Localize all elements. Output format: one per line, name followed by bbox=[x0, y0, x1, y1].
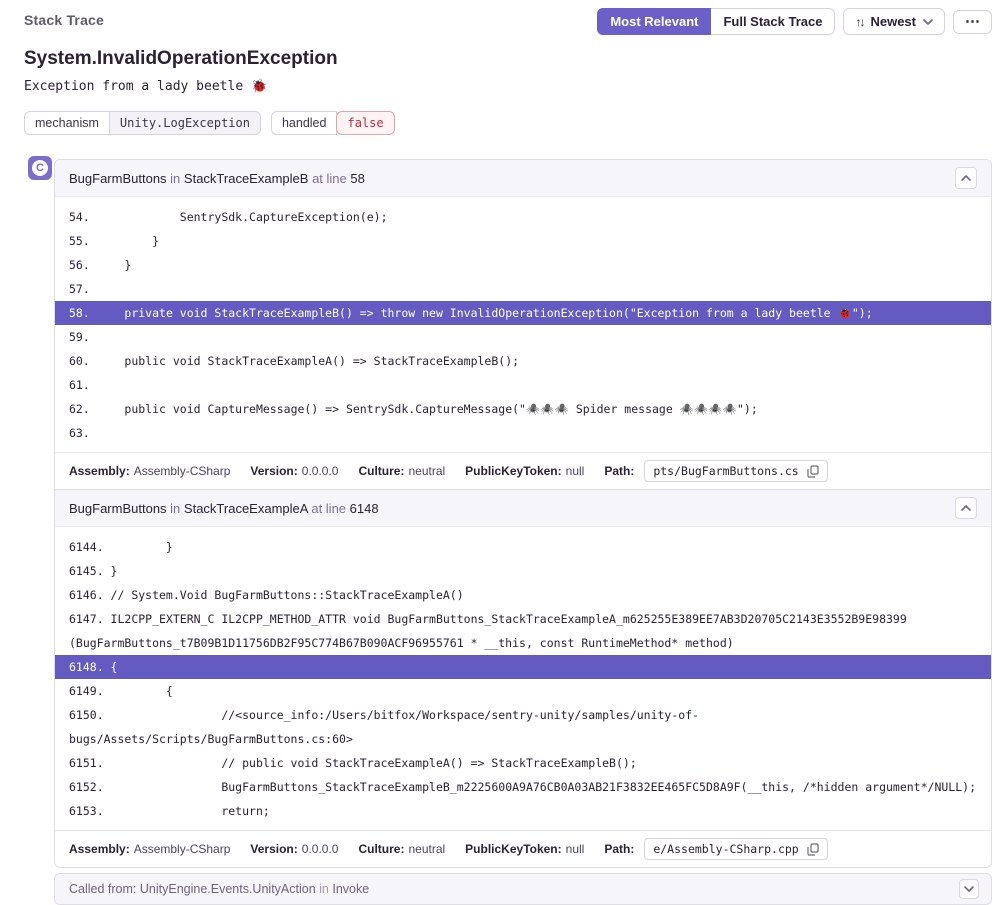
code-line: 61. bbox=[55, 373, 991, 397]
tag-value-error: false bbox=[336, 111, 394, 135]
assembly-value: Assembly-CSharp bbox=[134, 842, 231, 856]
section-heading: Stack Trace bbox=[24, 8, 104, 28]
culture-label: Culture: bbox=[358, 464, 404, 478]
frame-header[interactable]: BugFarmButtons in StackTraceExampleB at … bbox=[55, 160, 991, 197]
frame-in-label: in bbox=[170, 171, 180, 186]
culture-value: neutral bbox=[408, 842, 445, 856]
tags-row: mechanism Unity.LogException handled fal… bbox=[24, 111, 992, 135]
assembly-label: Assembly: bbox=[69, 842, 130, 856]
tag-value: Unity.LogException bbox=[110, 111, 261, 135]
frame-module: BugFarmButtons bbox=[69, 501, 167, 516]
culture-value: neutral bbox=[408, 464, 445, 478]
tag-key: handled bbox=[271, 111, 338, 135]
sort-label: Newest bbox=[870, 14, 916, 29]
code-line: 62. public void CaptureMessage() => Sent… bbox=[55, 397, 991, 421]
code-line: 6146.// System.Void BugFarmButtons::Stac… bbox=[55, 583, 991, 607]
ellipsis-icon: ⋯ bbox=[965, 16, 980, 28]
chevron-down-icon bbox=[964, 886, 974, 892]
path-chip: pts/BugFarmButtons.cs bbox=[644, 460, 827, 482]
version-value: 0.0.0.0 bbox=[302, 464, 339, 478]
path-label: Path: bbox=[604, 842, 634, 856]
path-value: pts/BugFarmButtons.cs bbox=[653, 464, 798, 478]
frame-function: StackTraceExampleB bbox=[184, 171, 309, 186]
publickeytoken-label: PublicKeyToken: bbox=[465, 842, 561, 856]
exception-message: Exception from a lady beetle 🐞 bbox=[24, 79, 992, 94]
assembly-value: Assembly-CSharp bbox=[134, 464, 231, 478]
code-line: 54. SentrySdk.CaptureException(e); bbox=[55, 205, 991, 229]
stack-trace-section: C BugFarmButtons in StackTraceExampleB a… bbox=[28, 159, 992, 905]
code-context: 6144. } 6145.} 6146.// System.Void BugFa… bbox=[55, 527, 991, 830]
code-context: 54. SentrySdk.CaptureException(e); 55. }… bbox=[55, 197, 991, 452]
collapse-frame-button[interactable] bbox=[955, 167, 977, 189]
chevron-up-icon bbox=[961, 175, 971, 181]
code-line: 6145.} bbox=[55, 559, 991, 583]
code-line: 6151. // public void StackTraceExampleA(… bbox=[55, 751, 991, 775]
sort-arrows-icon: ↑↓ bbox=[855, 15, 863, 29]
assembly-info: Assembly: Assembly-CSharp Version: 0.0.0.0… bbox=[55, 830, 991, 867]
tag-mechanism[interactable]: mechanism Unity.LogException bbox=[24, 111, 261, 135]
collapse-frame-button[interactable] bbox=[955, 497, 977, 519]
toggle-most-relevant[interactable]: Most Relevant bbox=[597, 8, 711, 35]
stack-frame: BugFarmButtons in StackTraceExampleA at … bbox=[55, 489, 991, 867]
publickeytoken-label: PublicKeyToken: bbox=[465, 464, 561, 478]
copy-path-button[interactable] bbox=[807, 843, 819, 856]
copy-path-button[interactable] bbox=[807, 465, 819, 478]
publickeytoken-value: null bbox=[566, 842, 585, 856]
frame-module: BugFarmButtons bbox=[69, 171, 167, 186]
version-label: Version: bbox=[250, 464, 297, 478]
frames-container: BugFarmButtons in StackTraceExampleB at … bbox=[54, 159, 992, 868]
code-line: 63. bbox=[55, 421, 991, 445]
version-label: Version: bbox=[250, 842, 297, 856]
display-toggle: Most Relevant Full Stack Trace bbox=[597, 8, 835, 35]
culture-label: Culture: bbox=[358, 842, 404, 856]
frame-header[interactable]: BugFarmButtons in StackTraceExampleA at … bbox=[55, 490, 991, 527]
assembly-label: Assembly: bbox=[69, 464, 130, 478]
chevron-down-icon bbox=[923, 19, 933, 25]
path-chip: e/Assembly-CSharp.cpp bbox=[644, 838, 827, 860]
frame-line-number: 6148 bbox=[350, 501, 379, 516]
stack-frame: BugFarmButtons in StackTraceExampleB at … bbox=[55, 160, 991, 489]
code-line: 59. bbox=[55, 325, 991, 349]
expand-called-from-button[interactable] bbox=[959, 879, 979, 899]
publickeytoken-value: null bbox=[566, 464, 585, 478]
code-line: 55. } bbox=[55, 229, 991, 253]
called-from-in-label: in bbox=[319, 882, 329, 896]
code-line: 6147.IL2CPP_EXTERN_C IL2CPP_METHOD_ATTR … bbox=[55, 607, 991, 655]
frame-function: StackTraceExampleA bbox=[184, 501, 308, 516]
csharp-platform-icon: C bbox=[28, 156, 52, 180]
copy-icon bbox=[807, 843, 819, 856]
assembly-info: Assembly: Assembly-CSharp Version: 0.0.0.0… bbox=[55, 452, 991, 489]
more-options-button[interactable]: ⋯ bbox=[953, 10, 992, 34]
path-value: e/Assembly-CSharp.cpp bbox=[653, 842, 798, 856]
version-value: 0.0.0.0 bbox=[302, 842, 339, 856]
code-line: 6153. return; bbox=[55, 799, 991, 823]
code-line: 6150. //<source_info:/Users/bitfox/Works… bbox=[55, 703, 991, 751]
called-from-label: Called from: bbox=[69, 882, 136, 896]
code-line-highlighted: 58. private void StackTraceExampleB() =>… bbox=[55, 301, 991, 325]
copy-icon bbox=[807, 465, 819, 478]
toggle-full-stack-trace[interactable]: Full Stack Trace bbox=[711, 8, 835, 35]
sort-newest-button[interactable]: ↑↓ Newest bbox=[843, 8, 945, 35]
tag-key: mechanism bbox=[24, 111, 110, 135]
stack-trace-page: Stack Trace Most Relevant Full Stack Tra… bbox=[0, 0, 999, 905]
frame-line-number: 58 bbox=[350, 171, 364, 186]
called-from-function: Invoke bbox=[332, 882, 369, 896]
called-from-module: UnityEngine.Events.UnityAction bbox=[140, 882, 316, 896]
frame-atline-label: at line bbox=[312, 171, 347, 186]
code-line: 56. } bbox=[55, 253, 991, 277]
exception-type-title: System.InvalidOperationException bbox=[24, 48, 992, 70]
code-line: 60. public void StackTraceExampleA() => … bbox=[55, 349, 991, 373]
code-line: 6144. } bbox=[55, 535, 991, 559]
code-line-highlighted: 6148.{ bbox=[55, 655, 991, 679]
code-line: 6149. { bbox=[55, 679, 991, 703]
tag-handled[interactable]: handled false bbox=[271, 111, 395, 135]
frame-atline-label: at line bbox=[311, 501, 346, 516]
called-from-bar[interactable]: Called from: UnityEngine.Events.UnityAct… bbox=[54, 873, 992, 905]
code-line: 57. bbox=[55, 277, 991, 301]
code-line: 6152. BugFarmButtons_StackTraceExampleB_… bbox=[55, 775, 991, 799]
trace-toolbar: Most Relevant Full Stack Trace ↑↓ Newest… bbox=[597, 8, 992, 35]
chevron-up-icon bbox=[961, 505, 971, 511]
frame-in-label: in bbox=[170, 501, 180, 516]
path-label: Path: bbox=[604, 464, 634, 478]
